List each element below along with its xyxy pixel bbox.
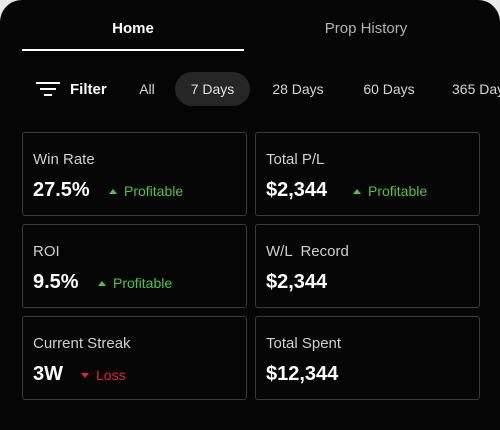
stat-label: Current Streak (33, 335, 131, 352)
stat-label: W/L Record (266, 243, 349, 260)
filter-lines-icon (36, 82, 60, 96)
stat-card-total-spent[interactable]: Total Spent $12,344 (255, 316, 480, 400)
stat-value: 9.5% (33, 271, 79, 293)
stat-card-roi[interactable]: ROI 9.5% Profitable (22, 224, 247, 308)
triangle-up-icon (109, 188, 117, 194)
trend-indicator: Profitable (109, 183, 183, 199)
filter-button[interactable]: Filter (36, 70, 107, 108)
tab-bar: Home Prop History (0, 0, 500, 52)
trend-text: Profitable (113, 275, 173, 291)
triangle-down-icon (81, 372, 89, 378)
stat-card-win-rate[interactable]: Win Rate 27.5% Profitable (22, 132, 247, 216)
stat-value: 27.5% (33, 179, 90, 201)
stat-label: Total Spent (266, 335, 342, 352)
trend-text: Profitable (124, 183, 184, 199)
trend-indicator: Profitable (353, 183, 427, 199)
active-tab-indicator (22, 49, 244, 51)
stat-value: 3W (33, 363, 63, 385)
app-screen: Home Prop History Filter All 7 Days 28 D… (0, 0, 500, 430)
stat-label: Win Rate (33, 151, 95, 168)
filter-option-7-days[interactable]: 7 Days (175, 72, 250, 106)
triangle-up-icon (353, 188, 361, 194)
trend-text: Loss (96, 367, 126, 383)
tab-home[interactable]: Home (22, 20, 244, 40)
triangle-up-icon (98, 280, 106, 286)
stat-card-wl-record[interactable]: W/L Record $2,344 (255, 224, 480, 308)
filter-option-60-days[interactable]: 60 Days (349, 72, 429, 106)
stat-card-current-streak[interactable]: Current Streak 3W Loss (22, 316, 247, 400)
trend-indicator: Loss (81, 367, 126, 383)
filter-bar: Filter All 7 Days 28 Days 60 Days 365 Da… (0, 70, 500, 108)
filter-option-all[interactable]: All (128, 72, 166, 106)
filter-label: Filter (70, 80, 107, 98)
trend-indicator: Profitable (98, 275, 172, 291)
stat-value: $2,344 (266, 271, 328, 293)
stat-value: $12,344 (266, 363, 339, 385)
filter-option-365-days[interactable]: 365 Days (444, 72, 500, 106)
stat-label: ROI (33, 243, 60, 260)
trend-text: Profitable (368, 183, 428, 199)
filter-option-28-days[interactable]: 28 Days (258, 72, 338, 106)
stat-value: $2,344 (266, 179, 328, 201)
stat-label: Total P/L (266, 151, 325, 168)
tab-prop-history[interactable]: Prop History (255, 20, 477, 40)
stat-card-total-pl[interactable]: Total P/L $2,344 Profitable (255, 132, 480, 216)
